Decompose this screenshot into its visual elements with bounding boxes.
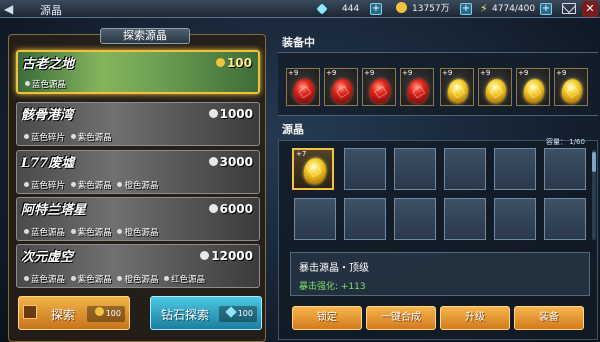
inventory-cell[interactable] bbox=[394, 148, 436, 190]
equipped-slot[interactable]: +9 bbox=[324, 68, 358, 106]
area-atlanta-star[interactable]: 阿特兰塔星 6000 蓝色源晶 紫色源晶 橙色源晶 bbox=[16, 197, 260, 241]
explore-header: 探索源晶 bbox=[100, 28, 190, 44]
crystal-stat: 暴击强化: +113 bbox=[299, 282, 366, 292]
inventory-cell[interactable] bbox=[494, 198, 536, 240]
lightning-icon: ⚡ bbox=[480, 2, 488, 15]
gold-value: 13757万 bbox=[412, 4, 450, 14]
area-l77-ruins[interactable]: L77废墟 3000 蓝色碎片 紫色源晶 橙色源晶 bbox=[16, 150, 260, 194]
gold-crystal-icon bbox=[521, 77, 547, 105]
page-title: 源晶 bbox=[40, 4, 62, 17]
crystal-name: 暴击源晶・顶级 bbox=[299, 263, 369, 274]
equipped-slot[interactable]: +9 bbox=[286, 68, 320, 106]
area-name: 次元虚空 bbox=[21, 250, 74, 265]
upgrade-button[interactable]: 升级 bbox=[440, 306, 510, 330]
crystal-title: 源晶 bbox=[282, 123, 304, 136]
area-drops: 蓝色源晶 紫色源晶 橙色源晶 bbox=[21, 226, 158, 238]
add-diamonds-button[interactable]: + bbox=[370, 3, 382, 15]
gold-crystal-icon bbox=[301, 155, 329, 187]
area-cost: 6000 bbox=[208, 202, 253, 216]
area-drops: 蓝色碎片 紫色源晶 橙色源晶 bbox=[21, 179, 158, 191]
diamond-explore-cost: 100 bbox=[219, 306, 257, 322]
gold-crystal-icon bbox=[559, 77, 585, 105]
explore-cost: 100 bbox=[87, 306, 125, 322]
diamond-icon bbox=[225, 306, 237, 318]
inventory-cell[interactable] bbox=[444, 148, 486, 190]
energy-value: 4774/400 bbox=[492, 4, 536, 14]
red-crystal-icon bbox=[329, 77, 355, 105]
inventory-cell[interactable] bbox=[394, 198, 436, 240]
area-name: 骸骨港湾 bbox=[21, 108, 74, 123]
gold-crystal-icon bbox=[445, 77, 471, 105]
crystal-detail: 暴击源晶・顶级 暴击强化: +113 bbox=[290, 252, 590, 296]
equipped-slot[interactable]: +9 bbox=[516, 68, 550, 106]
inventory-cell[interactable] bbox=[494, 148, 536, 190]
close-icon[interactable]: ✕ bbox=[582, 1, 598, 17]
diamond-explore-button[interactable]: 钻石探索 100 bbox=[150, 296, 262, 330]
one-click-merge-button[interactable]: 一键合成 bbox=[366, 306, 436, 330]
capacity-label: 容量： 1/60 bbox=[546, 138, 585, 146]
red-crystal-icon bbox=[291, 77, 317, 105]
coin-icon bbox=[215, 58, 225, 67]
inventory-cell[interactable]: +7 bbox=[292, 148, 334, 190]
area-bone-harbor[interactable]: 骸骨港湾 1000 蓝色碎片 紫色源晶 bbox=[16, 102, 260, 146]
area-drops: 蓝色源晶 bbox=[22, 78, 66, 90]
coin-icon bbox=[208, 109, 218, 118]
inventory-cell[interactable] bbox=[444, 198, 486, 240]
equipped-slot[interactable]: +9 bbox=[362, 68, 396, 106]
inventory-cell[interactable] bbox=[544, 148, 586, 190]
equip-button[interactable]: 装备 bbox=[514, 306, 584, 330]
coin-icon bbox=[208, 204, 218, 213]
equipped-slot[interactable]: +9 bbox=[554, 68, 588, 106]
inventory-cell[interactable] bbox=[544, 198, 586, 240]
area-drops: 蓝色源晶 紫色源晶 橙色源晶 红色源晶 bbox=[21, 273, 205, 285]
explore-icon bbox=[23, 305, 37, 319]
area-cost: 100 bbox=[215, 56, 252, 70]
inventory-cell[interactable] bbox=[344, 198, 386, 240]
coin-icon bbox=[200, 251, 210, 260]
inventory-scroll-thumb[interactable] bbox=[592, 152, 596, 172]
diamond-icon bbox=[316, 3, 328, 15]
area-name: L77废墟 bbox=[21, 156, 75, 171]
area-drops: 蓝色碎片 紫色源晶 bbox=[21, 131, 112, 143]
inventory-cell[interactable] bbox=[344, 148, 386, 190]
area-cost: 12000 bbox=[200, 249, 253, 263]
top-bar: ◀ 源晶 444 + 13757万 + ⚡ 4774/400 + ✕ bbox=[0, 0, 600, 18]
add-gold-button[interactable]: + bbox=[460, 3, 472, 15]
explore-button[interactable]: 探索 100 bbox=[18, 296, 130, 330]
equipped-slot[interactable]: +9 bbox=[440, 68, 474, 106]
area-cost: 3000 bbox=[208, 155, 253, 169]
red-crystal-icon bbox=[405, 77, 431, 105]
area-ancient-land[interactable]: 古老之地 100 蓝色源晶 bbox=[16, 50, 260, 94]
area-cost: 1000 bbox=[208, 107, 253, 121]
equipped-slot[interactable]: +9 bbox=[400, 68, 434, 106]
gold-coin-icon bbox=[396, 2, 407, 13]
gold-crystal-icon bbox=[483, 77, 509, 105]
diamond-value: 444 bbox=[342, 4, 360, 14]
area-dimension-void[interactable]: 次元虚空 12000 蓝色源晶 紫色源晶 橙色源晶 红色源晶 bbox=[16, 244, 260, 288]
gold-counter bbox=[396, 2, 410, 16]
equipped-slot[interactable]: +9 bbox=[478, 68, 512, 106]
red-crystal-icon bbox=[367, 77, 393, 105]
coin-icon bbox=[208, 157, 218, 166]
equipped-title: 装备中 bbox=[282, 36, 315, 49]
area-name: 阿特兰塔星 bbox=[21, 203, 87, 218]
arrow-left-icon[interactable]: ◀ bbox=[4, 2, 18, 16]
coin-icon bbox=[94, 307, 104, 316]
mail-icon[interactable] bbox=[562, 3, 576, 14]
area-name: 古老之地 bbox=[22, 57, 75, 72]
inventory-cell[interactable] bbox=[294, 198, 336, 240]
lock-button[interactable]: 锁定 bbox=[292, 306, 362, 330]
diamond-counter bbox=[316, 2, 329, 16]
add-energy-button[interactable]: + bbox=[540, 3, 552, 15]
